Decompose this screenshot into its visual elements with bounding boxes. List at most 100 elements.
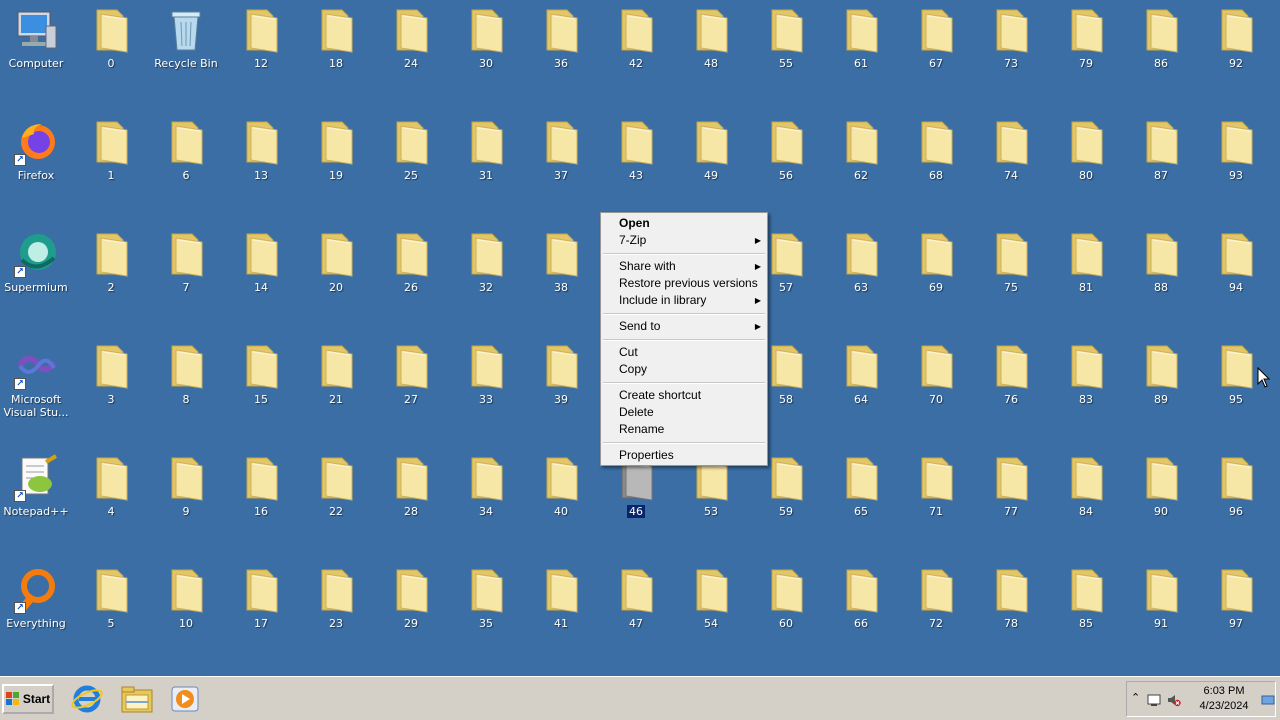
folder-item[interactable]: 23: [300, 560, 372, 660]
folder-item[interactable]: 74: [975, 112, 1047, 212]
folder-item[interactable]: 72: [900, 560, 972, 660]
vs-item[interactable]: ↗ Microsoft Visual Stu...: [0, 336, 72, 436]
folder-item[interactable]: 89: [1125, 336, 1197, 436]
folder-item[interactable]: 93: [1200, 112, 1272, 212]
recycle-item[interactable]: Recycle Bin: [150, 0, 222, 100]
folder-item[interactable]: 8: [150, 336, 222, 436]
folder-item[interactable]: 69: [900, 224, 972, 324]
folder-item[interactable]: 83: [1050, 336, 1122, 436]
folder-item[interactable]: 17: [225, 560, 297, 660]
folder-item[interactable]: 1: [75, 112, 147, 212]
menu-item-properties[interactable]: Properties: [601, 447, 767, 464]
folder-item[interactable]: 21: [300, 336, 372, 436]
menu-item-rename[interactable]: Rename: [601, 421, 767, 438]
folder-item[interactable]: 4: [75, 448, 147, 548]
folder-item[interactable]: 25: [375, 112, 447, 212]
firefox-item[interactable]: ↗ Firefox: [0, 112, 72, 212]
folder-item[interactable]: 12: [225, 0, 297, 100]
folder-item[interactable]: 9: [150, 448, 222, 548]
folder-item[interactable]: 29: [375, 560, 447, 660]
volume-muted-icon[interactable]: [1167, 693, 1181, 707]
folder-item[interactable]: 7: [150, 224, 222, 324]
folder-item[interactable]: 20: [300, 224, 372, 324]
folder-item[interactable]: 68: [900, 112, 972, 212]
folder-item[interactable]: 75: [975, 224, 1047, 324]
folder-item[interactable]: 73: [975, 0, 1047, 100]
folder-item[interactable]: 48: [675, 0, 747, 100]
folder-item[interactable]: 60: [750, 560, 822, 660]
menu-item-create-shortcut[interactable]: Create shortcut: [601, 387, 767, 404]
folder-item[interactable]: 5: [75, 560, 147, 660]
folder-item[interactable]: 3: [75, 336, 147, 436]
supermium-item[interactable]: ↗ Supermium: [0, 224, 72, 324]
file-explorer-button[interactable]: [120, 683, 154, 715]
folder-item[interactable]: 18: [300, 0, 372, 100]
folder-item[interactable]: 64: [825, 336, 897, 436]
menu-item-include-in-library[interactable]: Include in library ▶: [601, 292, 767, 309]
folder-item[interactable]: 6: [150, 112, 222, 212]
folder-item[interactable]: 2: [75, 224, 147, 324]
folder-item[interactable]: 30: [450, 0, 522, 100]
folder-item[interactable]: 40: [525, 448, 597, 548]
media-player-button[interactable]: [168, 683, 202, 715]
folder-item[interactable]: 67: [900, 0, 972, 100]
folder-item[interactable]: 77: [975, 448, 1047, 548]
menu-item-send-to[interactable]: Send to ▶: [601, 318, 767, 335]
folder-item[interactable]: 79: [1050, 0, 1122, 100]
folder-item[interactable]: 54: [675, 560, 747, 660]
folder-item[interactable]: 56: [750, 112, 822, 212]
action-center-icon[interactable]: [1147, 693, 1161, 707]
start-button[interactable]: Start: [2, 684, 54, 714]
folder-item[interactable]: 34: [450, 448, 522, 548]
folder-item[interactable]: 97: [1200, 560, 1272, 660]
folder-item[interactable]: 91: [1125, 560, 1197, 660]
menu-item-share-with[interactable]: Share with ▶: [601, 258, 767, 275]
folder-item[interactable]: 0: [75, 0, 147, 100]
folder-item[interactable]: 24: [375, 0, 447, 100]
folder-item[interactable]: 84: [1050, 448, 1122, 548]
folder-item[interactable]: 81: [1050, 224, 1122, 324]
folder-item[interactable]: 71: [900, 448, 972, 548]
folder-item[interactable]: 33: [450, 336, 522, 436]
folder-item[interactable]: 39: [525, 336, 597, 436]
folder-item[interactable]: 87: [1125, 112, 1197, 212]
folder-item[interactable]: 85: [1050, 560, 1122, 660]
folder-item[interactable]: 13: [225, 112, 297, 212]
menu-item-open[interactable]: Open: [601, 215, 767, 232]
folder-item[interactable]: 70: [900, 336, 972, 436]
computer-item[interactable]: Computer: [0, 0, 72, 100]
folder-item[interactable]: 37: [525, 112, 597, 212]
everything-item[interactable]: ↗ Everything: [0, 560, 72, 660]
folder-item[interactable]: 38: [525, 224, 597, 324]
folder-item[interactable]: 76: [975, 336, 1047, 436]
folder-item[interactable]: 55: [750, 0, 822, 100]
show-desktop-icon[interactable]: [1261, 693, 1275, 707]
folder-item[interactable]: 78: [975, 560, 1047, 660]
menu-item-restore-previous-versions[interactable]: Restore previous versions: [601, 275, 767, 292]
folder-item[interactable]: 41: [525, 560, 597, 660]
folder-item[interactable]: 88: [1125, 224, 1197, 324]
folder-item[interactable]: 42: [600, 0, 672, 100]
folder-item[interactable]: 14: [225, 224, 297, 324]
clock[interactable]: 6:03 PM 4/23/2024: [1189, 684, 1259, 714]
folder-item[interactable]: 49: [675, 112, 747, 212]
menu-item-7-zip[interactable]: 7-Zip ▶: [601, 232, 767, 249]
folder-item[interactable]: 16: [225, 448, 297, 548]
folder-item[interactable]: 28: [375, 448, 447, 548]
show-hidden-icons-icon[interactable]: ⌃: [1131, 691, 1145, 705]
folder-item[interactable]: 63: [825, 224, 897, 324]
folder-item[interactable]: 47: [600, 560, 672, 660]
menu-item-copy[interactable]: Copy: [601, 361, 767, 378]
folder-item[interactable]: 80: [1050, 112, 1122, 212]
menu-item-cut[interactable]: Cut: [601, 344, 767, 361]
folder-item[interactable]: 32: [450, 224, 522, 324]
folder-item[interactable]: 86: [1125, 0, 1197, 100]
notepadpp-item[interactable]: ↗ Notepad++: [0, 448, 72, 548]
folder-item[interactable]: 27: [375, 336, 447, 436]
folder-item[interactable]: 90: [1125, 448, 1197, 548]
folder-item[interactable]: 10: [150, 560, 222, 660]
folder-item[interactable]: 92: [1200, 0, 1272, 100]
folder-item[interactable]: 94: [1200, 224, 1272, 324]
folder-item[interactable]: 61: [825, 0, 897, 100]
internet-explorer-button[interactable]: [70, 683, 104, 715]
